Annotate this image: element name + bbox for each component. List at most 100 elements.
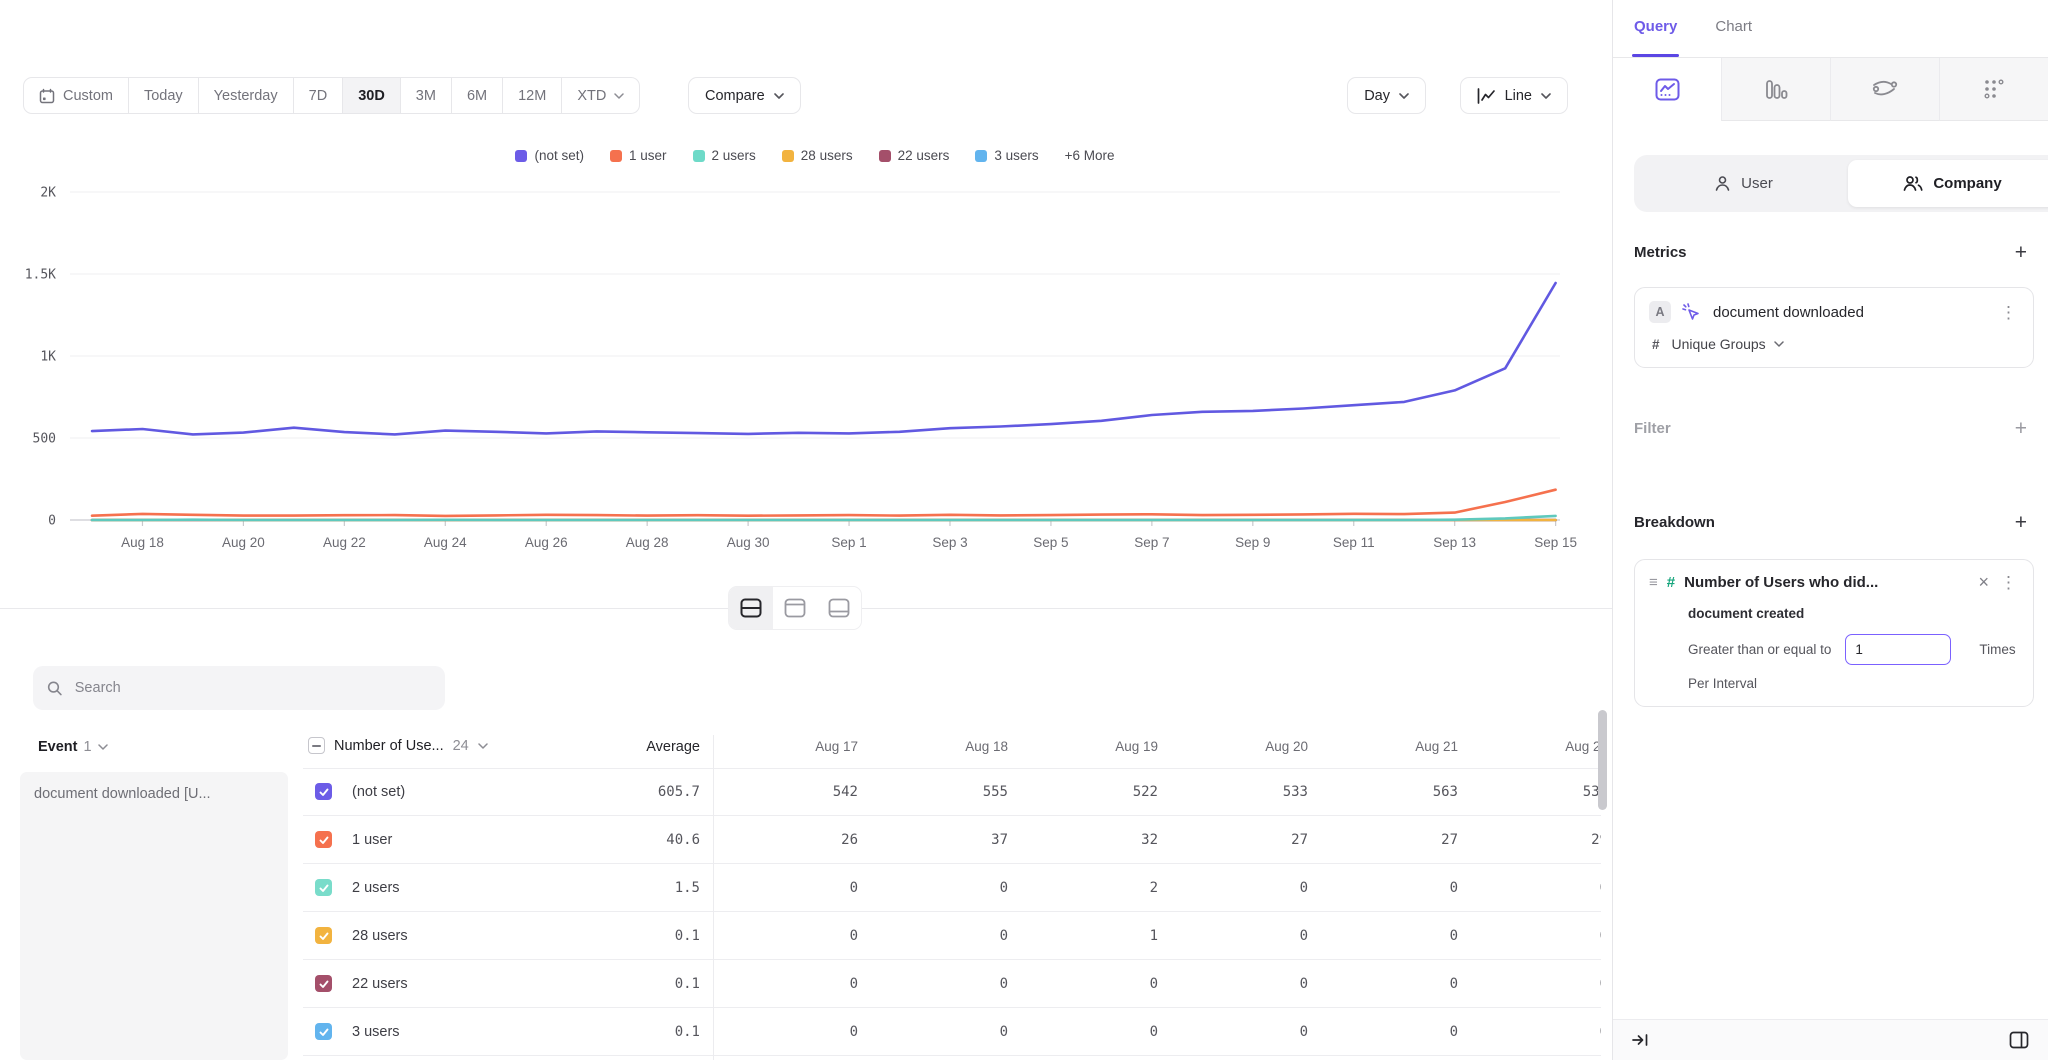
hash-icon: # — [1652, 337, 1660, 352]
svg-text:Aug 30: Aug 30 — [727, 535, 770, 550]
breakdown-title: Number of Users who did... — [1684, 574, 1969, 591]
event-name-cell[interactable]: document downloaded [U... — [20, 772, 288, 1060]
range-yesterday[interactable]: Yesterday — [199, 78, 294, 113]
svg-text:500: 500 — [33, 432, 56, 447]
value-cell: 26 — [713, 832, 863, 848]
svg-text:Sep 13: Sep 13 — [1433, 535, 1476, 550]
value-cell: 0 — [1463, 1024, 1601, 1040]
value-cell: 0 — [1463, 928, 1601, 944]
scope-company-button[interactable]: Company — [1848, 160, 2048, 207]
range-3m[interactable]: 3M — [401, 78, 452, 113]
view-tab-bar-chart[interactable] — [1721, 58, 1830, 121]
value-cell: 0 — [713, 928, 863, 944]
svg-text:Sep 7: Sep 7 — [1134, 535, 1169, 550]
chevron-down-icon — [1774, 341, 1784, 347]
series-checkbox[interactable] — [315, 927, 332, 944]
column-divider — [713, 735, 714, 1060]
range-7d[interactable]: 7D — [294, 78, 344, 113]
scope-segmented-control: User Company — [1634, 155, 2048, 212]
range-label: Yesterday — [214, 88, 278, 104]
select-all-checkbox[interactable] — [308, 737, 325, 754]
range-6m[interactable]: 6M — [452, 78, 503, 113]
view-tab-line-chart[interactable] — [1613, 58, 1721, 121]
aggregation-dropdown[interactable]: Unique Groups — [1672, 336, 1784, 352]
tab-chart[interactable]: Chart — [1715, 18, 1752, 57]
breakdown-event-name: document created — [1688, 606, 2019, 621]
chevron-down-icon — [1541, 93, 1551, 99]
vertical-scrollbar[interactable] — [1598, 710, 1607, 810]
range-custom[interactable]: Custom — [24, 78, 129, 113]
series-checkbox[interactable] — [315, 975, 332, 992]
range-xtd[interactable]: XTD — [562, 78, 639, 113]
calendar-icon — [39, 88, 55, 104]
drag-handle-icon[interactable]: ≡ — [1649, 574, 1658, 591]
layout-toggle-group — [728, 586, 862, 630]
value-cell: 0 — [1463, 880, 1601, 896]
date-column-header: Aug 20 — [1163, 739, 1313, 754]
svg-text:Aug 24: Aug 24 — [424, 535, 467, 550]
value-cell: 0 — [1313, 928, 1463, 944]
value-cell: 0 — [863, 928, 1013, 944]
svg-text:Aug 26: Aug 26 — [525, 535, 568, 550]
series-label: (not set) — [352, 784, 405, 800]
average-value: 1.5 — [540, 880, 700, 896]
series-checkbox[interactable] — [315, 783, 332, 800]
line-chart[interactable]: 05001K1.5K2KAug 18Aug 20Aug 22Aug 24Aug … — [20, 130, 1608, 575]
range-12m[interactable]: 12M — [503, 78, 562, 113]
date-range-picker: CustomToday Yesterday 7D30D3M6M12MXTD — [23, 77, 640, 114]
add-metric-button[interactable]: + — [2015, 242, 2027, 263]
series-checkbox[interactable] — [315, 879, 332, 896]
aggregation-label: Unique Groups — [1672, 336, 1766, 352]
layout-split-button[interactable] — [729, 587, 773, 629]
value-cell: 0 — [1163, 976, 1313, 992]
series-checkbox[interactable] — [315, 831, 332, 848]
event-column-header[interactable]: Event 1 — [38, 739, 108, 755]
panel-footer — [1613, 1019, 2048, 1060]
metric-menu-button[interactable]: ⋮ — [1998, 304, 2019, 321]
value-cell: 0 — [1313, 880, 1463, 896]
condition-value-input[interactable] — [1845, 634, 1951, 665]
chart-view-tabs — [1613, 58, 2048, 121]
layout-top-button[interactable] — [773, 587, 817, 629]
value-cell: 563 — [1313, 784, 1463, 800]
average-value: 605.7 — [540, 784, 700, 800]
value-cell: 0 — [1013, 976, 1163, 992]
side-panel-icon[interactable] — [2009, 1031, 2029, 1049]
view-tab-flow[interactable] — [1830, 58, 1939, 121]
main-content: CustomToday Yesterday 7D30D3M6M12MXTD Comp… — [0, 0, 1612, 1060]
add-filter-button[interactable]: + — [2015, 418, 2027, 439]
svg-text:1.5K: 1.5K — [25, 268, 56, 283]
add-breakdown-button[interactable]: + — [2015, 512, 2027, 533]
event-spark-icon — [1681, 302, 1701, 322]
metric-event-name: document downloaded — [1713, 304, 1988, 321]
range-today[interactable]: Today — [129, 78, 199, 113]
compare-button[interactable]: Compare — [688, 77, 801, 114]
scope-user-button[interactable]: User — [1639, 160, 1848, 207]
tab-query[interactable]: Query — [1634, 18, 1677, 57]
range-30d[interactable]: 30D — [343, 78, 401, 113]
collapse-panel-icon[interactable] — [1632, 1033, 1649, 1047]
filter-section-title: Filter — [1634, 420, 1671, 437]
date-column-header: Aug 18 — [863, 739, 1013, 754]
breakdown-menu-button[interactable]: ⋮ — [1998, 574, 2019, 591]
date-column-headers: Aug 17Aug 18Aug 19Aug 20Aug 21Aug 22 — [713, 739, 1601, 754]
average-value: 40.6 — [540, 832, 700, 848]
chart-type-dropdown[interactable]: Line — [1460, 77, 1568, 114]
layout-bottom-button[interactable] — [817, 587, 861, 629]
search-icon — [47, 680, 63, 697]
chevron-down-icon[interactable] — [478, 743, 488, 749]
value-cell: 32 — [1013, 832, 1163, 848]
close-icon[interactable]: × — [1978, 573, 1989, 591]
metrics-section-title: Metrics — [1634, 244, 1687, 261]
value-cell: 542 — [713, 784, 863, 800]
average-value: 0.1 — [540, 928, 700, 944]
view-tab-grid[interactable] — [1939, 58, 2048, 121]
flow-icon — [1872, 78, 1898, 100]
breakdown-card[interactable]: ≡ # Number of Users who did... × ⋮ docum… — [1634, 559, 2034, 707]
search-input[interactable] — [75, 680, 431, 696]
granularity-dropdown[interactable]: Day — [1347, 77, 1426, 114]
scope-user-label: User — [1741, 175, 1773, 192]
series-checkbox[interactable] — [315, 1023, 332, 1040]
value-cell: 536 — [1463, 784, 1601, 800]
metric-card[interactable]: A document downloaded ⋮ # Unique Groups — [1634, 287, 2034, 368]
